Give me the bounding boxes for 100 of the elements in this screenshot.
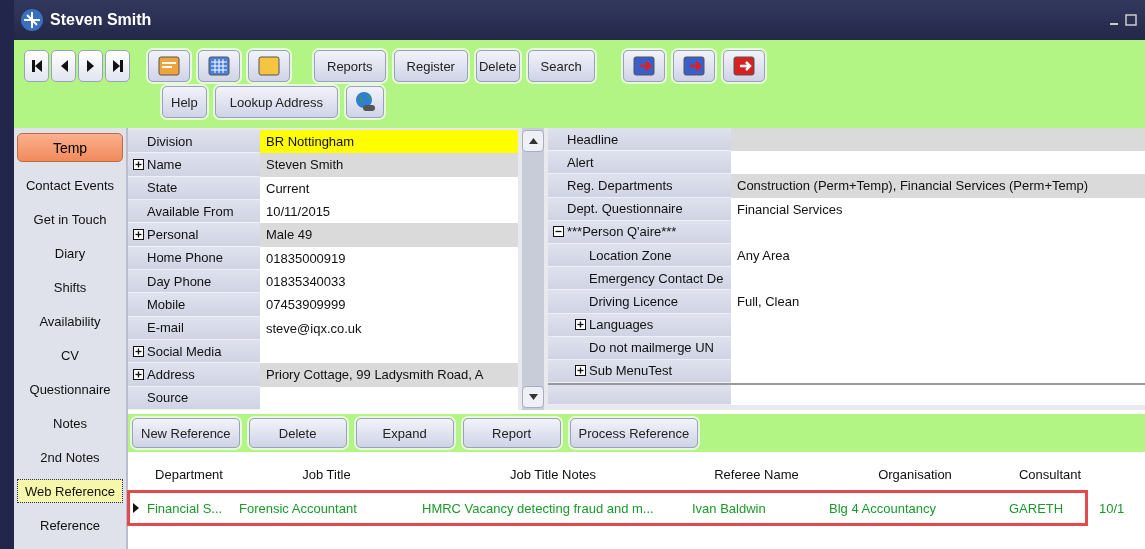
field-value: steve@iqx.co.uk	[260, 316, 518, 340]
sidebar-item[interactable]: CV	[18, 338, 122, 372]
expand-icon[interactable]	[553, 226, 564, 238]
toolbar-button[interactable]	[248, 50, 290, 82]
next-button[interactable]	[78, 50, 103, 82]
toolbar-button[interactable]: Delete	[475, 50, 520, 82]
label-text: Emergency Contact De	[589, 270, 724, 286]
reference-button[interactable]: Process Reference	[569, 418, 699, 448]
column-header[interactable]: Department	[143, 466, 235, 482]
label-text: State	[147, 180, 178, 196]
label-text: Social Media	[147, 343, 222, 359]
reference-button[interactable]: Report	[462, 418, 561, 448]
column-header[interactable]: Consultant	[1005, 466, 1095, 482]
sidebar-item[interactable]: Availability	[18, 304, 122, 338]
label-text: Location Zone	[589, 247, 672, 263]
app-icon	[20, 8, 44, 32]
expand-icon[interactable]	[575, 319, 586, 331]
toolbar-button[interactable]: Search	[527, 50, 595, 82]
sidebar-item[interactable]: Contact Events	[18, 168, 122, 202]
expand-icon[interactable]	[133, 159, 144, 170]
field-value: 07453909999	[260, 293, 518, 317]
globe-icon	[353, 90, 377, 114]
toolbar-button[interactable]: Help	[162, 86, 207, 118]
toolbar-button[interactable]	[722, 50, 765, 82]
table-cell-text: Ivan Baldwin	[691, 500, 767, 516]
label-text: Reg. Departments	[567, 177, 673, 193]
column-header[interactable]: Job Title	[235, 466, 418, 482]
label-text: Mobile	[147, 296, 186, 312]
table-cell-text: GARETH	[1008, 500, 1065, 516]
scrollbar[interactable]	[522, 128, 544, 410]
note-icon	[256, 54, 282, 78]
label-text: Day Phone	[147, 273, 212, 289]
toolbar-button[interactable]	[148, 50, 190, 82]
table-cell-text: HMRC Vacancy detecting fraud and m...	[421, 500, 655, 516]
scroll-up-icon[interactable]	[528, 138, 538, 144]
window-title: Steven Smith	[50, 11, 153, 29]
toolbar-button[interactable]: Register	[393, 50, 468, 82]
expand-icon[interactable]	[133, 345, 144, 357]
toolbar-button[interactable]: Reports	[314, 50, 386, 82]
sidebar-item[interactable]: Questionnaire	[18, 372, 122, 406]
toolbar-button[interactable]: Lookup Address	[214, 86, 338, 118]
field-value: Current	[260, 176, 518, 200]
sidebar-item[interactable]: Shifts	[18, 270, 122, 304]
reference-button[interactable]: Delete	[248, 418, 347, 448]
field-value: Financial Services	[731, 197, 1145, 221]
column-header[interactable]: Organisation	[825, 466, 1005, 482]
sidebar-item[interactable]: Get in Touch	[18, 202, 122, 236]
first-record-button[interactable]	[24, 50, 49, 82]
maximize-icon[interactable]	[1125, 14, 1137, 26]
label-text: Available From	[147, 203, 234, 219]
reference-button[interactable]: New Reference	[132, 418, 240, 448]
toolbar-button[interactable]	[346, 86, 384, 118]
sidebar-item[interactable]: Diary	[18, 236, 122, 270]
exit-icon	[730, 54, 757, 78]
label-text: Source	[147, 390, 189, 406]
table-cell-text: Blg 4 Accountancy	[828, 500, 937, 516]
column-header[interactable]: Referee Name	[688, 466, 825, 482]
label-text: Home Phone	[147, 250, 223, 266]
skip-back-icon	[30, 58, 43, 74]
field-value: Any Area	[731, 243, 1145, 268]
field-value: Full, Clean	[731, 290, 1145, 314]
skip-forward-icon	[111, 58, 124, 74]
column-header[interactable]: Job Title Notes	[418, 466, 688, 482]
label-text: Do not mailmerge UN	[589, 340, 714, 356]
scroll-down-icon[interactable]	[528, 394, 538, 400]
sidebar-item[interactable]: Web Reference	[18, 480, 122, 502]
label-text: Address	[147, 366, 195, 382]
label-text: Sub MenuTest	[589, 363, 673, 379]
field-value: Construction (Perm+Temp), Financial Services (Perm+Temp)	[731, 174, 1145, 198]
label-text: Division	[147, 133, 193, 149]
toolbar-button[interactable]	[622, 50, 665, 82]
label-text: Driving Licence	[589, 293, 678, 309]
last-record-button[interactable]	[105, 50, 130, 82]
field-value: Steven Smith	[260, 153, 518, 177]
toolbar-button[interactable]	[672, 50, 715, 82]
calendar-icon	[206, 54, 232, 78]
field-value: BR Nottingham	[260, 130, 518, 154]
toolbar-button[interactable]	[198, 50, 240, 82]
field-value: Male 49	[260, 223, 518, 247]
expand-icon[interactable]	[133, 368, 144, 380]
sidebar-item[interactable]: Reference	[18, 508, 122, 542]
expand-icon[interactable]	[133, 228, 144, 240]
table-cell-text: Financial S...	[146, 500, 224, 516]
field-value: Priory Cottage, 99 Ladysmith Road, A	[260, 363, 518, 387]
label-text: Alert	[567, 154, 594, 170]
field-value: 01835000919	[260, 246, 518, 270]
previous-button[interactable]	[51, 50, 76, 82]
sidebar-item[interactable]: 2nd Notes	[18, 440, 122, 474]
label-text: ***Person Q'aire***	[567, 224, 677, 240]
table-cell-text: Forensic Accountant	[238, 500, 358, 516]
reference-button[interactable]: Expand	[355, 418, 454, 448]
expand-icon[interactable]	[575, 365, 586, 377]
label-text: Headline	[567, 131, 619, 147]
sidebar-item[interactable]: Notes	[18, 406, 122, 440]
status-button[interactable]: Temp	[17, 133, 123, 162]
table-cell-text: 10/1	[1098, 500, 1125, 516]
label-text: Dept. Questionnaire	[567, 201, 683, 217]
label-text: Languages	[589, 317, 654, 333]
field-value: 10/11/2015	[260, 200, 518, 224]
label-text: Name	[147, 157, 182, 172]
